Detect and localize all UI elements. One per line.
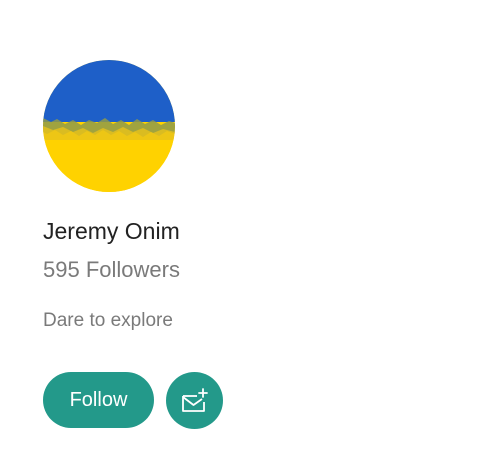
profile-name: Jeremy Onim [43, 218, 180, 244]
follower-count: 595 Followers [43, 257, 180, 282]
follow-button[interactable]: Follow [43, 372, 154, 428]
profile-bio: Dare to explore [43, 310, 173, 331]
avatar[interactable] [43, 60, 175, 192]
message-button[interactable] [166, 372, 223, 429]
avatar-image [43, 60, 175, 192]
mail-plus-icon [181, 387, 208, 412]
